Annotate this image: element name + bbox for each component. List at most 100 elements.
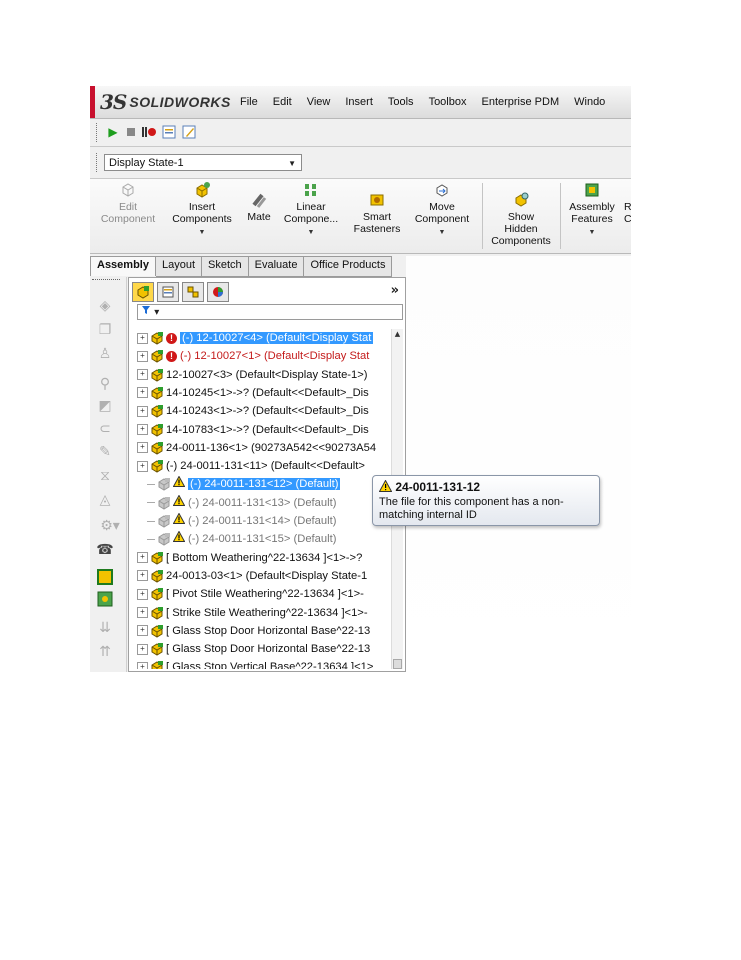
truncated-command-button[interactable]: R C bbox=[624, 201, 631, 225]
tree-row[interactable]: +14-10243<1>->? (Default<<Default>_Dis bbox=[137, 402, 395, 420]
chevron-down-icon[interactable]: ▼ bbox=[288, 155, 296, 172]
toolbar-grip[interactable] bbox=[96, 153, 100, 172]
filter-dropdown-icon[interactable]: ▾ bbox=[154, 307, 159, 318]
expand-node-icon[interactable]: + bbox=[137, 552, 148, 564]
pin-icon[interactable]: ⚲ bbox=[96, 375, 114, 393]
rotate-icon[interactable]: ☎ bbox=[96, 541, 114, 559]
tree-row[interactable]: (-) 24-0011-131<15> (Default) bbox=[147, 530, 395, 548]
bell-icon[interactable]: ♙ bbox=[96, 345, 114, 363]
cube-icon[interactable]: ◈ bbox=[96, 297, 114, 315]
menu-file[interactable]: File bbox=[240, 96, 258, 108]
feature-manager-tab-icon[interactable] bbox=[132, 282, 154, 302]
toolbar-grip[interactable] bbox=[92, 279, 120, 281]
sort-down-icon[interactable]: ⇊ bbox=[96, 619, 114, 637]
tree-row[interactable]: (-) 24-0011-131<12> (Default) bbox=[147, 475, 395, 493]
tree-connector bbox=[147, 502, 155, 504]
configuration-manager-tab-icon[interactable] bbox=[182, 282, 204, 302]
mate-button[interactable]: Mate bbox=[242, 191, 276, 223]
pen-icon[interactable]: ✎ bbox=[96, 443, 114, 461]
stop-macro-icon[interactable] bbox=[122, 123, 140, 141]
menu-insert[interactable]: Insert bbox=[345, 96, 373, 108]
tree-row[interactable]: +! (-) 12-10027<1> (Default<Display Stat bbox=[137, 347, 395, 365]
sort-up-icon[interactable]: ⇈ bbox=[96, 643, 114, 661]
command-manager: Edit Component Insert Components ▼ Mate … bbox=[90, 179, 631, 254]
expand-node-icon[interactable]: + bbox=[137, 405, 148, 417]
tree-row[interactable]: + [ Bottom Weathering^22-13634 ]<1>->? bbox=[137, 549, 395, 567]
expand-node-icon[interactable]: + bbox=[137, 661, 148, 669]
expand-node-icon[interactable]: + bbox=[137, 350, 148, 362]
tree-row[interactable]: (-) 24-0011-131<13> (Default) bbox=[147, 494, 395, 512]
menu-edit[interactable]: Edit bbox=[273, 96, 292, 108]
copy-icon[interactable]: ❐ bbox=[96, 321, 114, 339]
linear-pattern-dropdown-icon[interactable]: ▼ bbox=[280, 227, 342, 239]
gear-icon[interactable]: ⚙▾ bbox=[96, 517, 124, 535]
tab-sketch[interactable]: Sketch bbox=[202, 256, 249, 277]
expand-node-icon[interactable]: + bbox=[137, 387, 148, 399]
expand-node-icon[interactable]: + bbox=[137, 607, 148, 619]
yellow-box-icon[interactable] bbox=[96, 569, 114, 587]
tab-office-products[interactable]: Office Products bbox=[304, 256, 393, 277]
property-manager-tab-icon[interactable] bbox=[157, 282, 179, 302]
move-component-button[interactable]: Move Component ▼ bbox=[410, 181, 474, 239]
frame-icon[interactable]: ◩ bbox=[96, 397, 114, 415]
tree-row[interactable]: + [ Glass Stop Vertical Base^22-13634 ]<1… bbox=[137, 658, 395, 669]
tree-row[interactable]: + (-) 24-0011-131<11> (Default<<Default> bbox=[137, 457, 395, 475]
display-manager-tab-icon[interactable] bbox=[207, 282, 229, 302]
menu-window[interactable]: Windo bbox=[574, 96, 605, 108]
green-box-icon[interactable] bbox=[96, 591, 114, 609]
record-macro-icon[interactable] bbox=[140, 123, 158, 141]
expand-node-icon[interactable]: + bbox=[137, 588, 148, 600]
tree-row[interactable]: (-) 24-0011-131<14> (Default) bbox=[147, 512, 395, 530]
show-hidden-components-button[interactable]: Show Hidden Components bbox=[486, 191, 556, 247]
expand-node-icon[interactable]: + bbox=[137, 442, 148, 454]
tree-row[interactable]: +12-10027<3> (Default<Display State-1>) bbox=[137, 366, 395, 384]
menu-toolbox[interactable]: Toolbox bbox=[429, 96, 467, 108]
move-component-dropdown-icon[interactable]: ▼ bbox=[410, 227, 474, 239]
tree-row[interactable]: +24-0013-03<1> (Default<Display State-1 bbox=[137, 567, 395, 585]
filter-icon[interactable] bbox=[141, 306, 154, 318]
insert-components-button[interactable]: Insert Components ▼ bbox=[166, 181, 238, 239]
tree-row[interactable]: + [ Glass Stop Door Horizontal Base^22-13 bbox=[137, 640, 395, 658]
menu-enterprise-pdm[interactable]: Enterprise PDM bbox=[481, 96, 559, 108]
spring-icon[interactable]: ⧖ bbox=[96, 467, 114, 485]
expand-node-icon[interactable]: + bbox=[137, 643, 148, 655]
tree-row[interactable]: + [ Strike Stile Weathering^22-13634 ]<1>… bbox=[137, 604, 395, 622]
new-macro-icon[interactable] bbox=[160, 123, 178, 141]
assembly-features-dropdown-icon[interactable]: ▼ bbox=[564, 227, 620, 239]
expand-node-icon[interactable]: + bbox=[137, 332, 148, 344]
edit-macro-icon[interactable] bbox=[180, 123, 198, 141]
edit-component-button[interactable]: Edit Component bbox=[96, 181, 160, 225]
expand-node-icon[interactable]: + bbox=[137, 625, 148, 637]
insert-components-dropdown-icon[interactable]: ▼ bbox=[166, 227, 238, 239]
menu-view[interactable]: View bbox=[307, 96, 331, 108]
tree-row[interactable]: + [ Pivot Stile Weathering^22-13634 ]<1>- bbox=[137, 585, 395, 603]
toolbar-grip[interactable] bbox=[96, 123, 100, 142]
tree-filter-bar[interactable]: ▾ bbox=[137, 304, 403, 320]
solidworks-window: 3S SOLIDWORKS File Edit View Insert Tool… bbox=[90, 86, 631, 672]
tree-row[interactable]: +24-0011-136<1> (90273A542<<90273A54 bbox=[137, 439, 395, 457]
tab-layout[interactable]: Layout bbox=[155, 256, 203, 277]
assembly-features-button[interactable]: Assembly Features ▼ bbox=[564, 181, 620, 239]
menu-tools[interactable]: Tools bbox=[388, 96, 414, 108]
scroll-thumb[interactable] bbox=[393, 659, 402, 669]
expand-node-icon[interactable]: + bbox=[137, 570, 148, 582]
tab-assembly[interactable]: Assembly bbox=[90, 256, 156, 276]
tab-evaluate[interactable]: Evaluate bbox=[248, 256, 305, 277]
expand-node-icon[interactable]: + bbox=[137, 424, 148, 436]
solidworks-logo[interactable]: 3S SOLIDWORKS bbox=[100, 90, 231, 114]
expand-node-icon[interactable]: + bbox=[137, 460, 148, 472]
smart-fasteners-button[interactable]: Smart Fasteners bbox=[348, 191, 406, 235]
linear-pattern-button[interactable]: Linear Compone... ▼ bbox=[280, 181, 342, 239]
tree-row[interactable]: + [ Glass Stop Door Horizontal Base^22-13 bbox=[137, 622, 395, 640]
expand-node-icon[interactable]: + bbox=[137, 369, 148, 381]
eye-icon[interactable]: ◬ bbox=[96, 491, 114, 509]
tree-row[interactable]: +! (-) 12-10027<4> (Default<Display Stat bbox=[137, 329, 395, 347]
scroll-up-icon[interactable]: ▲ bbox=[392, 329, 403, 340]
tree-row[interactable]: +14-10783<1>->? (Default<<Default>_Dis bbox=[137, 421, 395, 439]
tree-row[interactable]: +14-10245<1>->? (Default<<Default>_Dis bbox=[137, 384, 395, 402]
run-macro-icon[interactable]: ▶ bbox=[104, 123, 122, 141]
graphics-area[interactable] bbox=[406, 256, 631, 672]
expand-panel-button[interactable]: » bbox=[391, 283, 399, 298]
display-state-select[interactable]: Display State-1 ▼ bbox=[104, 154, 302, 171]
clip-icon[interactable]: ⊂ bbox=[96, 420, 114, 438]
